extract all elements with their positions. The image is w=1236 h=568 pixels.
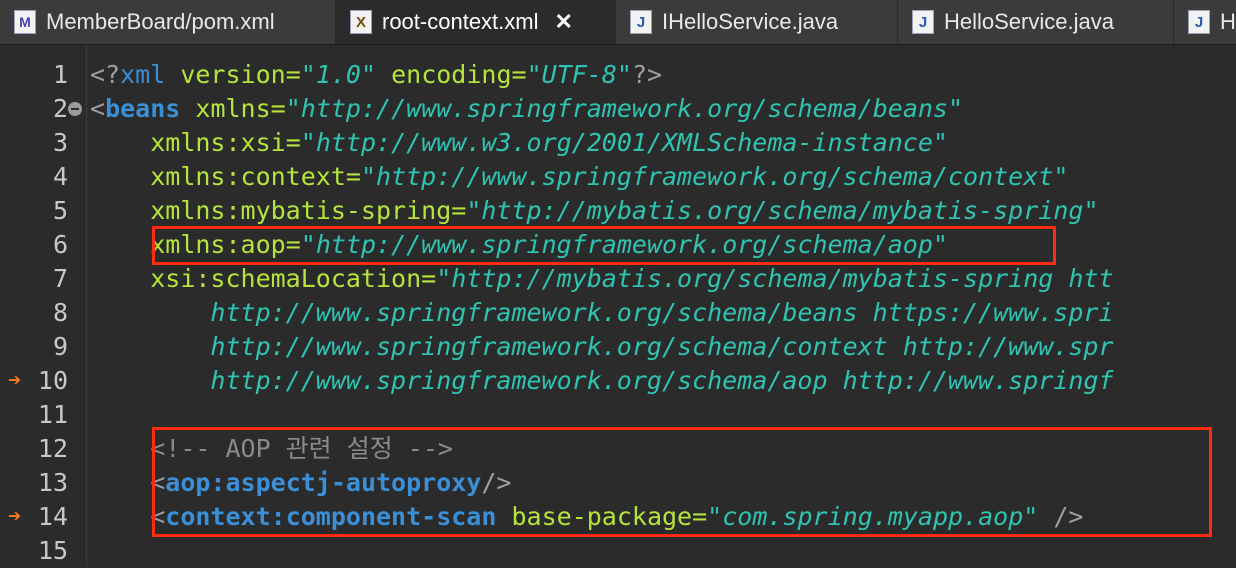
editor-tab-bar: M MemberBoard/pom.xml X root-context.xml… — [0, 0, 1236, 45]
java-file-icon: J — [630, 10, 652, 34]
code-line-4: xmlns:context="http://www.springframewor… — [150, 162, 1069, 191]
code-line-7: xsi:schemaLocation="http://mybatis.org/s… — [150, 264, 1114, 293]
line-number: 9 — [52, 332, 68, 361]
code-area[interactable]: <?xml version="1.0" encoding="UTF-8"?> <… — [90, 45, 1236, 566]
line-number: 6 — [52, 230, 68, 259]
tab-label: HelloService.java — [944, 9, 1114, 34]
fold-collapse-icon[interactable] — [68, 102, 82, 116]
line-number: 15 — [37, 536, 68, 565]
highlight-box-aop-namespace — [152, 226, 1056, 265]
tab-label: MemberBoard/pom.xml — [46, 9, 275, 34]
tab-overflow-java[interactable]: J H — [1174, 0, 1236, 44]
code-editor[interactable]: 1 2 3 4 5 6 7 8 9 ➔ 10 11 12 13 ➔ 14 15 … — [0, 45, 1236, 566]
line-number-gutter: 1 2 3 4 5 6 7 8 9 ➔ 10 11 12 13 ➔ 14 15 — [0, 45, 87, 566]
code-line-10: http://www.springframework.org/schema/ao… — [210, 366, 1114, 395]
line-number: 14 — [37, 502, 68, 531]
code-line-8: http://www.springframework.org/schema/be… — [210, 298, 1114, 327]
maven-pom-icon: M — [14, 10, 36, 34]
java-file-icon: J — [912, 10, 934, 34]
tab-helloservice-java[interactable]: J HelloService.java — [898, 0, 1174, 44]
code-line-2: <beans xmlns="http://www.springframework… — [90, 94, 964, 123]
line-number: 11 — [37, 400, 68, 429]
line-number: 4 — [52, 162, 68, 191]
line-number: 7 — [52, 264, 68, 293]
line-number: 3 — [52, 128, 68, 157]
java-file-icon: J — [1188, 10, 1210, 34]
code-line-1: <?xml version="1.0" encoding="UTF-8"?> — [90, 60, 663, 89]
code-line-3: xmlns:xsi="http://www.w3.org/2001/XMLSch… — [150, 128, 948, 157]
close-tab-icon[interactable]: ✕ — [555, 9, 573, 35]
xml-file-icon: X — [350, 10, 372, 34]
line-number: 1 — [52, 60, 68, 89]
line-number: 5 — [52, 196, 68, 225]
tab-label: H — [1220, 9, 1236, 34]
code-line-9: http://www.springframework.org/schema/co… — [210, 332, 1114, 361]
line-number: 10 — [37, 366, 68, 395]
line-number: 13 — [37, 468, 68, 497]
tab-label: IHelloService.java — [662, 9, 839, 34]
highlight-box-aop-config — [152, 427, 1212, 537]
line-number: 8 — [52, 298, 68, 327]
line-number: 12 — [37, 434, 68, 463]
code-line-5: xmlns:mybatis-spring="http://mybatis.org… — [150, 196, 1099, 225]
tab-pom-xml[interactable]: M MemberBoard/pom.xml — [0, 0, 336, 44]
line-number: 2 — [52, 94, 68, 123]
tab-label: root-context.xml — [382, 9, 539, 34]
tab-ihelloservice-java[interactable]: J IHelloService.java — [616, 0, 898, 44]
tab-root-context-xml[interactable]: X root-context.xml ✕ — [336, 0, 616, 44]
